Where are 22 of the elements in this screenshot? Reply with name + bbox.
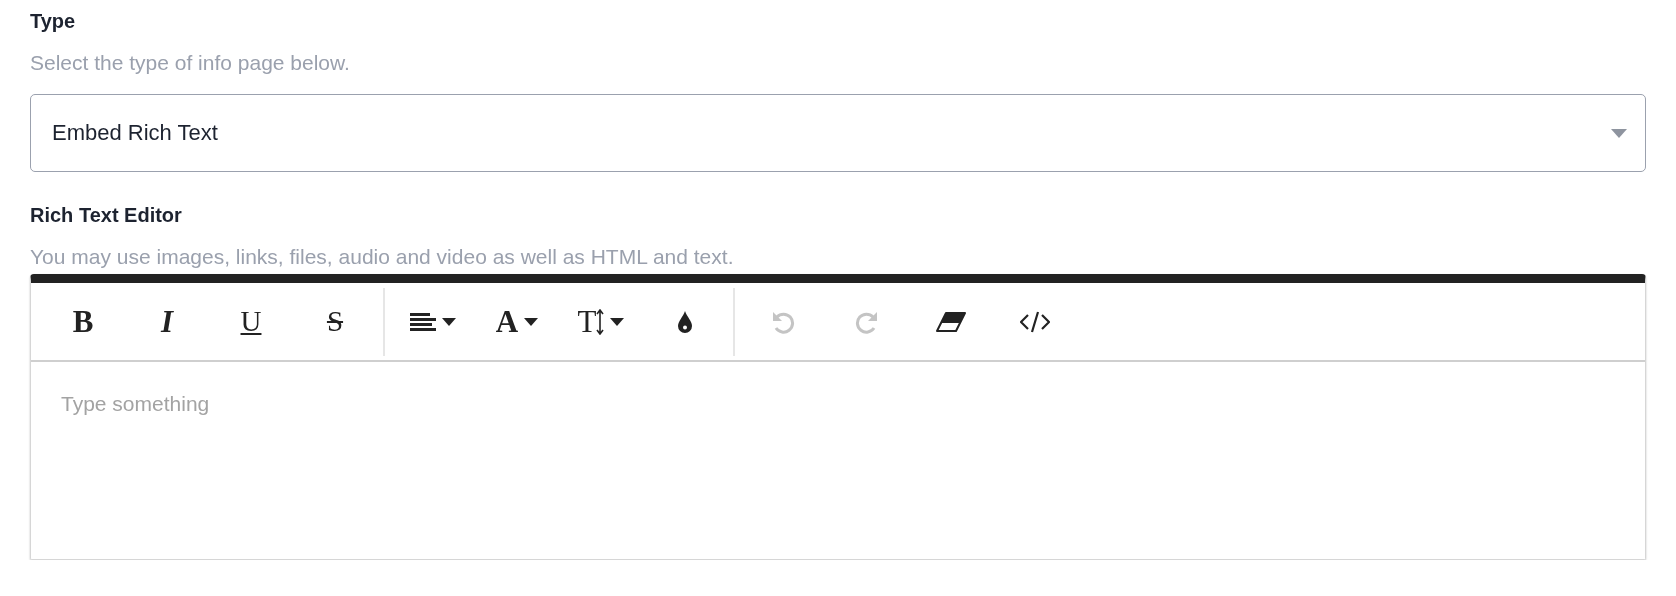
strikethrough-button[interactable]: S [293,299,377,344]
field-hint: You may use images, links, files, audio and video as well as HTML and text. [30,244,734,270]
bold-button[interactable]: B [41,299,125,344]
field-label: Rich Text Editor [30,203,182,228]
italic-button[interactable]: I [125,299,209,344]
caret-icon [442,317,456,326]
droplet-icon [677,309,693,334]
caret-icon [524,317,539,326]
align-left-icon [410,311,436,332]
field-label: Type [30,9,76,34]
code-icon [1020,310,1050,333]
font-size-button[interactable]: T [559,299,643,344]
font-color-button[interactable]: A [475,299,559,344]
eraser-icon [936,311,966,332]
caret-icon [610,317,625,326]
type-select[interactable]: Embed Rich Text [30,94,1646,172]
editor-placeholder: Type something [61,392,210,415]
field-hint: Select the type of info page below. [30,50,350,76]
undo-icon [771,309,795,334]
underline-button[interactable]: U [209,299,293,344]
caret-icon [1611,128,1627,138]
up-down-arrow-icon [596,308,605,335]
